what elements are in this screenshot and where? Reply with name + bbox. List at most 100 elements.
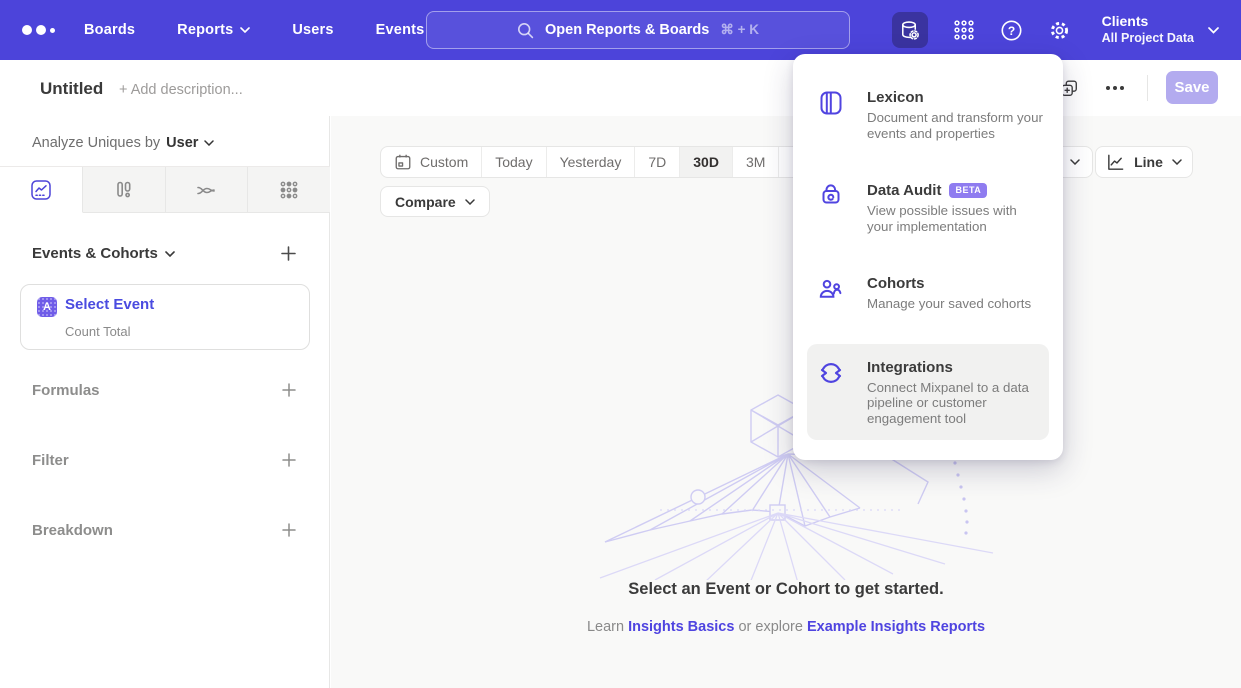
plus-icon xyxy=(281,246,296,261)
date-range-yesterday[interactable]: Yesterday xyxy=(546,147,635,177)
event-letter-badge: A xyxy=(37,297,57,317)
help-button[interactable]: ? xyxy=(994,12,1030,48)
plus-icon xyxy=(282,453,296,467)
chart-type-tabs xyxy=(0,166,330,213)
analyze-label: Analyze Uniques by xyxy=(32,135,160,151)
gear-icon xyxy=(1048,19,1071,42)
search-placeholder: Open Reports & Boards xyxy=(545,22,709,38)
apps-grid-icon xyxy=(953,19,975,41)
date-range-label: 3M xyxy=(746,154,765,170)
event-row-a[interactable]: A Select Event Count Total xyxy=(20,284,310,350)
menu-item-desc: View possible issues with your implement… xyxy=(867,203,1045,234)
line-chart-icon xyxy=(1106,153,1125,172)
event-aggregation[interactable]: Count Total xyxy=(65,324,131,339)
data-management-menu: Lexicon Document and transform your even… xyxy=(793,54,1063,460)
beta-badge: BETA xyxy=(949,183,987,198)
chevron-down-icon xyxy=(1208,27,1219,34)
breakdown-label: Breakdown xyxy=(32,522,113,539)
nav-item-label: Reports xyxy=(177,22,233,38)
chevron-down-icon xyxy=(1070,159,1080,165)
menu-item-title: Lexicon xyxy=(867,88,924,107)
chevron-down-icon xyxy=(465,199,475,205)
query-builder-sidebar: Analyze Uniques by User xyxy=(0,116,330,688)
save-button[interactable]: Save xyxy=(1166,71,1218,104)
chart-style-label: Line xyxy=(1134,154,1163,170)
navbar-right: ? Clients All Project Data xyxy=(892,0,1241,60)
add-description-field[interactable]: + Add description... xyxy=(119,82,243,98)
analyze-by-dropdown[interactable]: User xyxy=(166,135,214,151)
tab-retention[interactable] xyxy=(248,167,330,213)
menu-item-title: Integrations xyxy=(867,358,953,377)
compare-dropdown[interactable]: Compare xyxy=(380,186,490,217)
tab-insights[interactable] xyxy=(0,167,83,213)
date-range-3m[interactable]: 3M xyxy=(732,147,778,177)
ellipsis-icon xyxy=(1105,85,1125,91)
select-event-button[interactable]: Select Event xyxy=(65,296,154,313)
database-gear-icon xyxy=(898,19,921,42)
events-cohorts-header[interactable]: Events & Cohorts xyxy=(32,245,175,262)
add-event-button[interactable] xyxy=(279,244,298,263)
insights-basics-link[interactable]: Insights Basics xyxy=(628,619,734,635)
empty-state-subtitle: Learn Insights Basics or explore Example… xyxy=(331,619,1241,635)
filter-label: Filter xyxy=(32,452,69,469)
date-range-custom[interactable]: Custom xyxy=(381,147,481,177)
menu-item-title: Data Audit xyxy=(867,181,941,200)
search-icon xyxy=(517,22,534,39)
date-range-7d[interactable]: 7D xyxy=(634,147,679,177)
project-selector[interactable]: Clients All Project Data xyxy=(1102,13,1194,46)
menu-item-data-audit[interactable]: Data Audit BETA View possible issues wit… xyxy=(793,173,1063,242)
project-name: Clients xyxy=(1102,13,1194,31)
flows-tab-icon xyxy=(195,179,217,201)
nav-item-label: Users xyxy=(292,22,333,38)
chevron-down-icon xyxy=(165,251,175,257)
add-formula-button[interactable] xyxy=(280,381,298,399)
nav-item-reports[interactable]: Reports xyxy=(177,22,250,38)
date-range-label: Yesterday xyxy=(560,154,622,170)
compare-label: Compare xyxy=(395,194,456,210)
add-breakdown-button[interactable] xyxy=(280,521,298,539)
chart-style-dropdown[interactable]: Line xyxy=(1095,146,1193,178)
empty-learn-text: Learn xyxy=(587,619,624,635)
chevron-down-icon xyxy=(1172,159,1182,165)
date-range-label: 7D xyxy=(648,154,666,170)
menu-item-desc: Manage your saved cohorts xyxy=(867,296,1031,312)
example-reports-link[interactable]: Example Insights Reports xyxy=(807,619,985,635)
global-search-input[interactable]: Open Reports & Boards ⌘ + K xyxy=(426,11,850,49)
menu-item-desc: Document and transform your events and p… xyxy=(867,110,1045,141)
date-range-label: Custom xyxy=(420,154,468,170)
date-range-today[interactable]: Today xyxy=(481,147,545,177)
nav-item-boards[interactable]: Boards xyxy=(84,22,135,38)
data-management-button[interactable] xyxy=(892,12,928,48)
nav-item-label: Boards xyxy=(84,22,135,38)
analyze-by-value: User xyxy=(166,135,198,151)
chevron-down-icon xyxy=(240,27,250,33)
apps-grid-button[interactable] xyxy=(946,12,982,48)
more-options-button[interactable] xyxy=(1101,81,1129,95)
date-range-30d[interactable]: 30D xyxy=(679,147,732,177)
mixpanel-logo-icon[interactable] xyxy=(22,25,55,35)
plus-icon xyxy=(282,383,296,397)
empty-or-text: or explore xyxy=(738,619,802,635)
tab-funnels[interactable] xyxy=(83,167,166,213)
menu-item-desc: Connect Mixpanel to a data pipeline or c… xyxy=(867,380,1037,427)
add-filter-button[interactable] xyxy=(280,451,298,469)
help-icon: ? xyxy=(1000,19,1023,42)
toolbar-divider xyxy=(1147,75,1148,101)
cohorts-icon xyxy=(817,275,845,303)
insights-tab-icon xyxy=(30,179,52,201)
menu-item-cohorts[interactable]: Cohorts Manage your saved cohorts xyxy=(793,266,1063,320)
nav-links: Boards Reports Users Events xyxy=(84,0,424,60)
nav-item-users[interactable]: Users xyxy=(292,22,333,38)
lexicon-book-icon xyxy=(817,89,845,117)
tab-flows[interactable] xyxy=(166,167,249,213)
date-range-label: Today xyxy=(495,154,532,170)
settings-button[interactable] xyxy=(1042,12,1078,48)
nav-item-events[interactable]: Events xyxy=(376,22,425,38)
chevron-down-icon xyxy=(204,140,214,146)
nav-item-label: Events xyxy=(376,22,425,38)
menu-item-lexicon[interactable]: Lexicon Document and transform your even… xyxy=(793,80,1063,149)
menu-item-integrations[interactable]: Integrations Connect Mixpanel to a data … xyxy=(807,344,1049,441)
report-title[interactable]: Untitled xyxy=(40,79,103,99)
integrations-icon xyxy=(817,359,845,387)
date-range-control: Custom Today Yesterday 7D 30D 3M 6M xyxy=(380,146,826,178)
